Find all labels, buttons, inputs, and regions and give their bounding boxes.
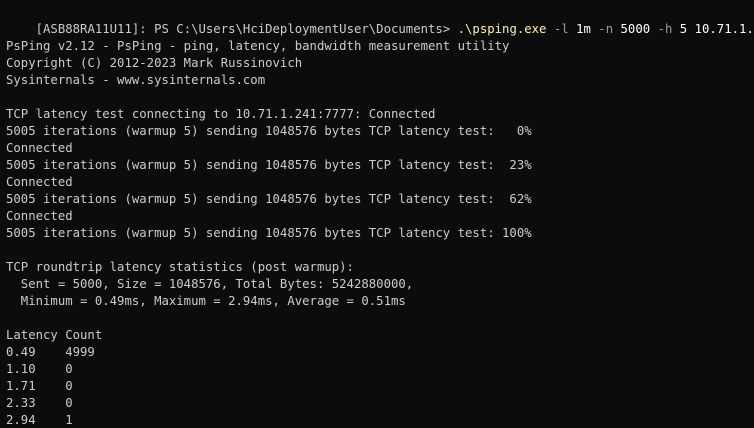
histogram-row: 2.33 0 [6,396,73,410]
histogram-header: Latency Count [6,328,103,342]
histogram-row: 0.49 4999 [6,345,95,359]
connected-line: Connected [6,209,73,223]
value-h-target: 5 10.71.1.241:7777 [679,22,754,36]
progress-line: 5005 iterations (warmup 5) sending 10485… [6,192,532,206]
value-n: 5000 [613,22,651,36]
terminal-window[interactable]: [ASB88RA11U11]: PS C:\Users\HciDeploymen… [0,0,754,428]
param-h: -h [650,22,673,36]
histogram-row: 2.94 1 [6,413,73,427]
histogram-row: 1.10 0 [6,362,73,376]
prompt: [ASB88RA11U11]: PS C:\Users\HciDeploymen… [35,22,458,36]
banner-copyright: Copyright (C) 2012-2023 Mark Russinovich [6,56,303,70]
stats-sent-line: Sent = 5000, Size = 1048576, Total Bytes… [6,277,414,291]
histogram-row: 1.71 0 [6,379,73,393]
progress-line: 5005 iterations (warmup 5) sending 10485… [6,124,532,138]
banner-title: PsPing v2.12 - PsPing - ping, latency, b… [6,39,510,53]
stats-latency-line: Minimum = 0.49ms, Maximum = 2.94ms, Aver… [6,294,406,308]
progress-line: 5005 iterations (warmup 5) sending 10485… [6,226,532,240]
connecting-line: TCP latency test connecting to 10.71.1.2… [6,107,436,121]
command-executable: .\psping.exe [457,22,547,36]
connected-line: Connected [6,175,73,189]
param-n: -n [590,22,614,36]
command-line: [ASB88RA11U11]: PS C:\Users\HciDeploymen… [6,4,754,36]
banner-website: Sysinternals - www.sysinternals.com [6,73,266,87]
connected-line: Connected [6,141,73,155]
stats-header: TCP roundtrip latency statistics (post w… [6,260,354,274]
progress-line: 5005 iterations (warmup 5) sending 10485… [6,158,532,172]
param-l: -l [546,22,569,36]
value-l: 1m [568,22,591,36]
